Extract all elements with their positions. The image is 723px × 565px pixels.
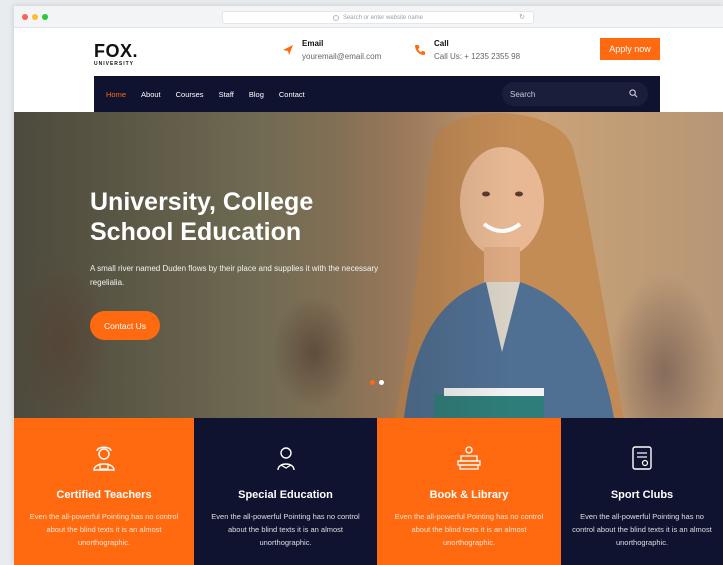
nav-item-courses[interactable]: Courses [176,90,204,99]
browser-toolbar: Search or enter website name ↻ [14,6,723,28]
feature-card: Book & Library Even the all-powerful Poi… [377,418,561,565]
carousel-dot-2[interactable] [379,380,384,385]
contact-us-button[interactable]: Contact Us [90,311,160,340]
search-box [502,82,648,106]
call-title: Call [434,39,449,48]
paper-plane-icon [283,45,293,55]
feature-title: Special Education [238,489,333,501]
phone-icon [415,45,425,55]
email-title: Email [302,39,324,48]
feature-text: Even the all-powerful Pointing has no co… [572,512,712,547]
call-value[interactable]: Call Us: + 1235 2355 98 [434,52,520,61]
nav-item-contact[interactable]: Contact [279,90,305,99]
call-info: Call Call Us: + 1235 2355 98 [414,39,520,61]
logo-wordmark: FOX. [94,41,139,61]
window-controls [22,14,48,20]
apply-now-button[interactable]: Apply now [600,38,660,60]
hero-title: University, College School Education [90,187,390,247]
teacher-icon [93,446,115,471]
hero-description: A small river named Duden flows by their… [90,264,379,287]
email-info: Email youremail@email.com [282,39,381,61]
certificate-icon [632,446,652,470]
carousel-indicators [370,380,384,385]
hero-banner: University, College School Education A s… [14,112,723,418]
browser-window: Search or enter website name ↻ FOX. UNIV… [14,6,723,565]
search-input[interactable] [510,89,620,99]
close-window-button[interactable] [22,14,28,20]
feature-card: Certified Teachers Even the all-powerful… [14,418,194,565]
site-logo[interactable]: FOX. UNIVERSITY [94,42,138,67]
feature-title: Certified Teachers [56,489,152,501]
main-navigation: Home About Courses Staff Blog Contact [94,76,660,112]
feature-text: Even the all-powerful Pointing has no co… [211,512,360,547]
maximize-window-button[interactable] [42,14,48,20]
address-bar[interactable]: Search or enter website name ↻ [222,11,534,24]
feature-card: Sport Clubs Even the all-powerful Pointi… [561,418,723,565]
nav-item-blog[interactable]: Blog [249,90,264,99]
minimize-window-button[interactable] [32,14,38,20]
student-icon [276,447,295,471]
feature-text: Even the all-powerful Pointing has no co… [394,512,544,547]
logo-subtitle: UNIVERSITY [94,61,135,67]
hero-title-line-1: University, College [90,188,314,216]
feature-title: Book & Library [429,489,509,501]
search-icon[interactable] [629,89,638,98]
address-bar-placeholder: Search or enter website name [342,14,424,21]
feature-text: Even the all-powerful Pointing has no co… [29,512,179,547]
feature-card: Special Education Even the all-powerful … [194,418,377,565]
reload-icon[interactable]: ↻ [519,14,525,22]
nav-item-home[interactable]: Home [106,90,126,99]
library-icon [457,446,481,470]
hero-title-line-2: School Education [90,218,302,246]
carousel-dot-1[interactable] [370,380,375,385]
nav-menu: Home About Courses Staff Blog Contact [106,76,305,112]
nav-item-staff[interactable]: Staff [219,90,234,99]
email-value[interactable]: youremail@email.com [302,52,381,61]
search-icon [332,14,339,21]
nav-item-about[interactable]: About [141,90,161,99]
feature-title: Sport Clubs [610,489,674,501]
features-section: Certified Teachers Even the all-powerful… [14,418,723,565]
